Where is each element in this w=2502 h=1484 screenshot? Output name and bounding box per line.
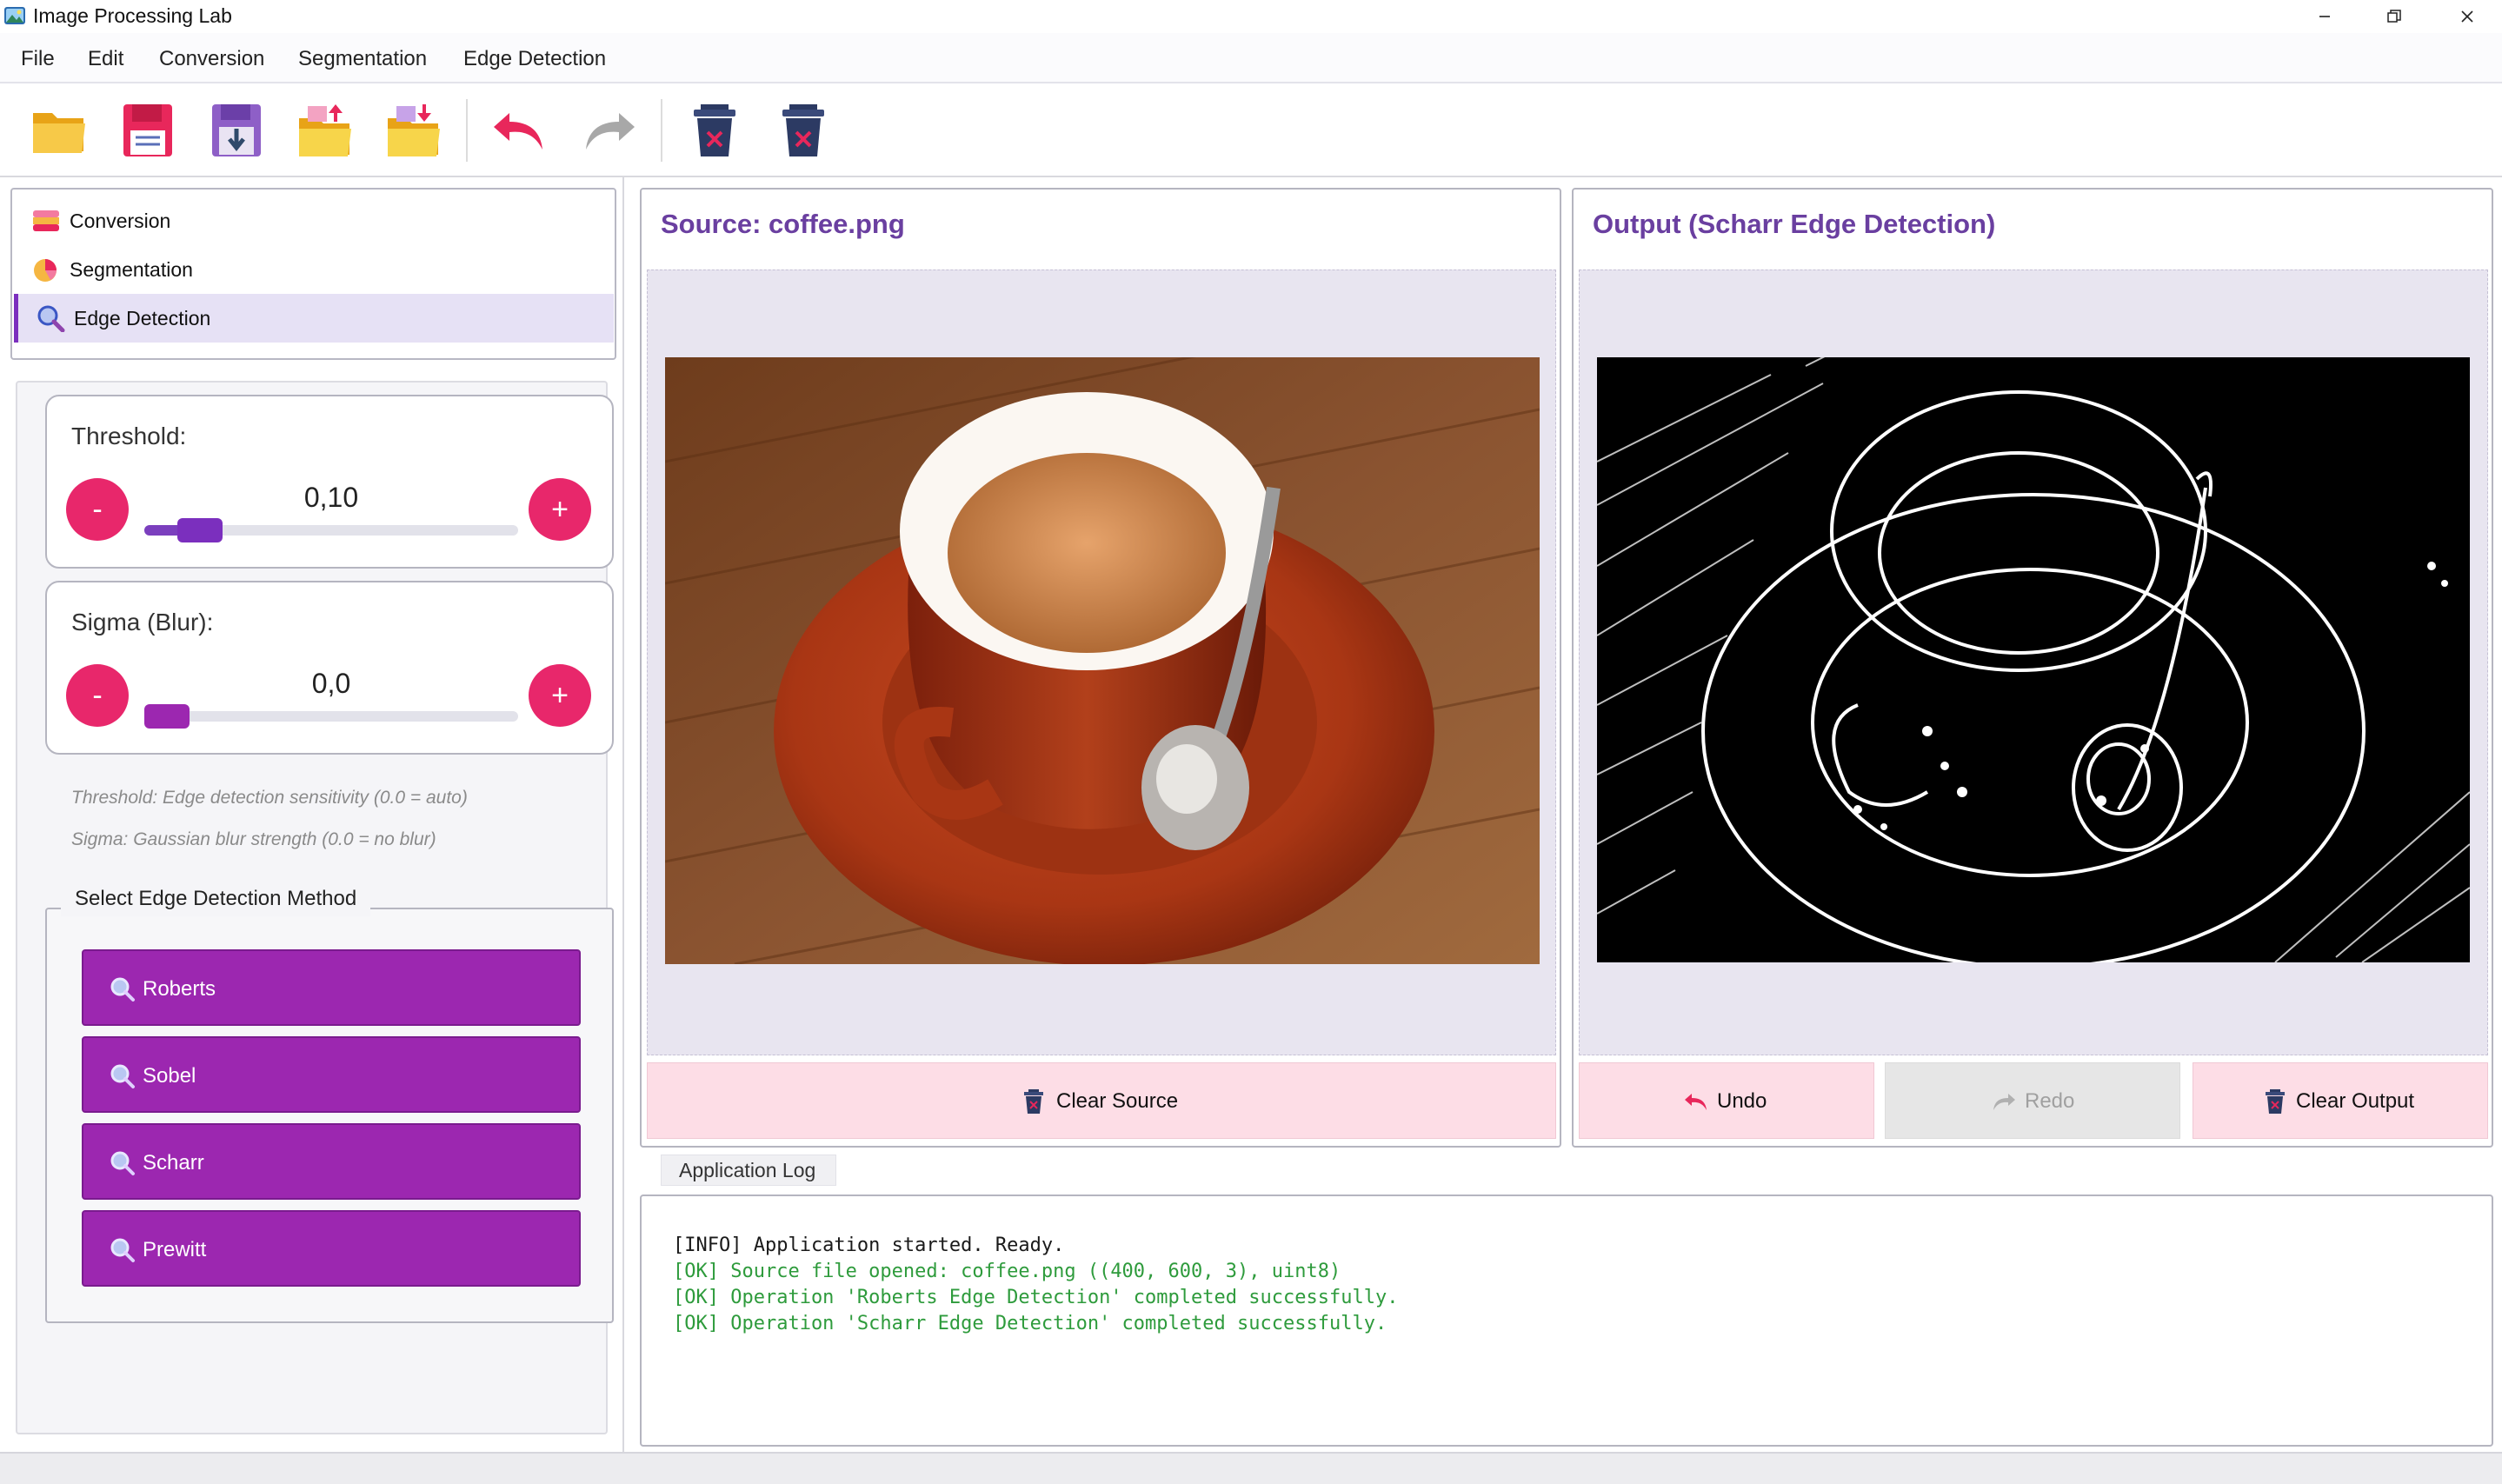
log-tab[interactable]: Application Log (661, 1155, 836, 1186)
threshold-label: Threshold: (71, 423, 187, 449)
undo-button[interactable]: Undo (1579, 1062, 1874, 1139)
redo-icon[interactable] (576, 97, 642, 163)
redo-button[interactable]: Redo (1885, 1062, 2180, 1139)
source-image (665, 357, 1540, 964)
redo-icon (1993, 1094, 2015, 1110)
toolbar-separator (661, 99, 662, 162)
minimize-icon (2319, 16, 2330, 17)
sobel-button[interactable]: Sobel (82, 1036, 581, 1113)
scharr-button[interactable]: Scharr (82, 1123, 581, 1200)
log-line: [INFO] Application started. Ready. (673, 1234, 1065, 1256)
trash-icon (2266, 1089, 2285, 1114)
category-list: Conversion Segmentation Edge Detection (10, 188, 616, 360)
maximize-button[interactable] (2359, 0, 2429, 33)
undo-label: Undo (1717, 1089, 1767, 1113)
method-label: Prewitt (143, 1238, 207, 1261)
nav-item-label: Conversion (70, 210, 171, 232)
sigma-hint: Sigma: Gaussian blur strength (0.0 = no … (71, 829, 436, 849)
output-image (1597, 357, 2470, 962)
clear-output-button[interactable]: Clear Output (2193, 1062, 2488, 1139)
log-line: [OK] Source file opened: coffee.png ((40… (673, 1261, 1341, 1282)
status-bar (0, 1452, 2502, 1484)
magnifier-icon (110, 1238, 135, 1262)
nav-item-label: Edge Detection (74, 307, 211, 329)
undo-icon (1685, 1094, 1707, 1110)
output-panel: Output (Scharr Edge Detection) Undo Redo… (1572, 188, 2493, 1148)
threshold-card: Threshold: - 0,10 + (45, 395, 614, 569)
undo-icon[interactable] (487, 97, 553, 163)
nav-item-edge-detection[interactable]: Edge Detection (14, 294, 614, 343)
sigma-card: Sigma (Blur): - 0,0 + (45, 581, 614, 755)
toolbar-separator (466, 99, 468, 162)
magnifier-icon (110, 1064, 135, 1088)
minimize-button[interactable] (2290, 0, 2359, 33)
source-title: Source: coffee.png (661, 209, 905, 239)
splitter[interactable] (622, 177, 624, 1452)
sigma-increase-button[interactable]: + (529, 664, 591, 727)
sigma-slider[interactable] (144, 704, 518, 729)
application-log: [INFO] Application started. Ready. [OK] … (640, 1195, 2493, 1447)
prewitt-button[interactable]: Prewitt (82, 1210, 581, 1287)
method-group-title: Select Edge Detection Method (61, 885, 371, 916)
method-group: Roberts Sobel Scharr Prewitt (45, 908, 614, 1323)
method-label: Roberts (143, 977, 216, 1001)
menu-edge-detection[interactable]: Edge Detection (463, 47, 606, 71)
clear-source-button[interactable]: Clear Source (647, 1062, 1556, 1139)
output-image-area (1579, 270, 2488, 1055)
clear-output-label: Clear Output (2296, 1089, 2415, 1113)
toolbar (0, 83, 2502, 177)
sigma-label: Sigma (Blur): (71, 609, 214, 636)
edge-detection-icon (37, 305, 65, 332)
magnifier-icon (110, 1151, 135, 1175)
menu-conversion[interactable]: Conversion (159, 47, 264, 71)
magnifier-icon (110, 977, 135, 1002)
open-folder-icon[interactable] (26, 97, 92, 163)
threshold-slider[interactable] (144, 518, 518, 542)
import-icon[interactable] (292, 97, 358, 163)
conversion-icon (33, 210, 59, 231)
clear-source-icon[interactable] (682, 97, 748, 163)
nav-item-segmentation[interactable]: Segmentation (14, 245, 614, 294)
menu-bar: File Edit Conversion Segmentation Edge D… (0, 33, 2502, 83)
log-line: [OK] Operation 'Roberts Edge Detection' … (673, 1287, 1399, 1308)
redo-label: Redo (2025, 1089, 2075, 1113)
parameters-panel: Threshold: - 0,10 + Sigma (Blur): - 0,0 … (16, 381, 614, 1434)
clear-source-label: Clear Source (1056, 1089, 1179, 1113)
output-title: Output (Scharr Edge Detection) (1593, 209, 1996, 239)
roberts-button[interactable]: Roberts (82, 949, 581, 1026)
threshold-slider-handle[interactable] (176, 518, 223, 542)
threshold-hint: Threshold: Edge detection sensitivity (0… (71, 788, 468, 808)
window-title: Image Processing Lab (33, 4, 232, 27)
log-line: [OK] Operation 'Scharr Edge Detection' c… (673, 1313, 1387, 1334)
export-icon[interactable] (381, 97, 447, 163)
threshold-increase-button[interactable]: + (529, 478, 591, 541)
method-label: Scharr (143, 1151, 204, 1175)
restore-icon (2387, 10, 2401, 23)
app-logo-icon (4, 7, 25, 24)
menu-segmentation[interactable]: Segmentation (298, 47, 427, 71)
save-as-icon[interactable] (203, 97, 269, 163)
close-button[interactable] (2432, 0, 2502, 33)
source-panel: Source: coffee.png Clear Source (640, 188, 1561, 1148)
menu-edit[interactable]: Edit (88, 47, 123, 71)
source-image-area (647, 270, 1556, 1055)
segmentation-icon (34, 259, 57, 282)
sigma-slider-handle[interactable] (144, 704, 190, 729)
save-icon[interactable] (115, 97, 181, 163)
close-icon (2461, 10, 2473, 23)
nav-item-conversion[interactable]: Conversion (14, 196, 614, 245)
menu-file[interactable]: File (21, 47, 55, 71)
nav-item-label: Segmentation (70, 258, 193, 281)
trash-icon (1024, 1089, 1043, 1114)
clear-output-icon[interactable] (770, 97, 836, 163)
title-bar: Image Processing Lab (0, 0, 2502, 33)
method-label: Sobel (143, 1064, 196, 1088)
